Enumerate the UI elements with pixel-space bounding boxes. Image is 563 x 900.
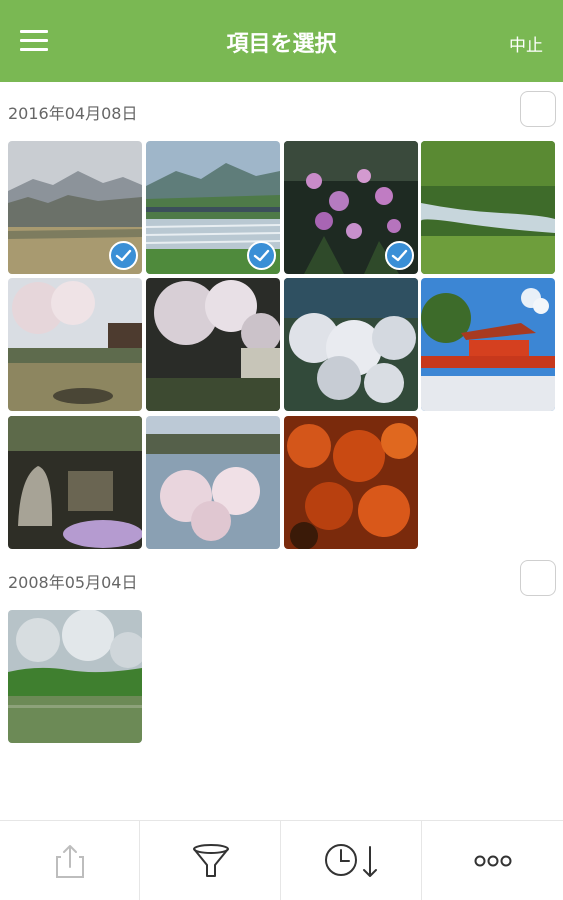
section-header: 2008年05月04日 [0,560,563,600]
photo-thumbnail[interactable] [8,278,142,411]
photo-thumbnail[interactable] [8,416,142,549]
photo-thumbnail[interactable] [8,141,142,274]
section-header: 2016年04月08日 [0,91,563,131]
select-all-checkbox[interactable] [520,91,556,127]
photo-thumbnail[interactable] [284,278,418,411]
sort-by-time-button[interactable] [282,821,422,900]
more-icon [474,855,512,867]
photo-thumbnail[interactable] [284,416,418,549]
filter-icon [192,844,229,877]
photo-mossy-stream [421,141,555,274]
selected-check-icon [109,241,138,270]
photo-green-lake [8,610,142,743]
photo-autumn-red-leaves [284,416,418,549]
more-button[interactable] [423,821,563,900]
menu-icon[interactable] [20,30,48,52]
photo-thumbnail[interactable] [421,278,555,411]
photo-thumbnail[interactable] [146,416,280,549]
photo-stone-garden [8,416,142,549]
photo-blossoms-over-pond [146,416,280,549]
photo-thumbnail[interactable] [146,278,280,411]
filter-button[interactable] [141,821,281,900]
select-all-checkbox[interactable] [520,560,556,596]
photo-white-blossom-trees [284,278,418,411]
sort-by-time-icon [324,844,377,877]
photo-thumbnail[interactable] [8,610,142,743]
photo-thumbnail[interactable] [284,141,418,274]
selected-check-icon [385,241,414,270]
photo-thumbnail[interactable] [421,141,555,274]
section-date: 2016年04月08日 [8,104,138,123]
cancel-button[interactable]: 中止 [509,31,543,56]
bottom-toolbar [0,820,563,900]
page-title: 項目を選択 [226,32,337,57]
app-bar: 項目を選択 中止 [0,0,563,82]
share-icon [55,845,84,878]
photo-cherry-blossom-house [146,278,280,411]
photo-cherry-blossom-garden [8,278,142,411]
photo-thumbnail[interactable] [146,141,280,274]
share-button[interactable] [0,821,140,900]
section-date: 2008年05月04日 [8,573,138,592]
photo-red-shrine-gate [421,278,555,411]
selected-check-icon [247,241,276,270]
